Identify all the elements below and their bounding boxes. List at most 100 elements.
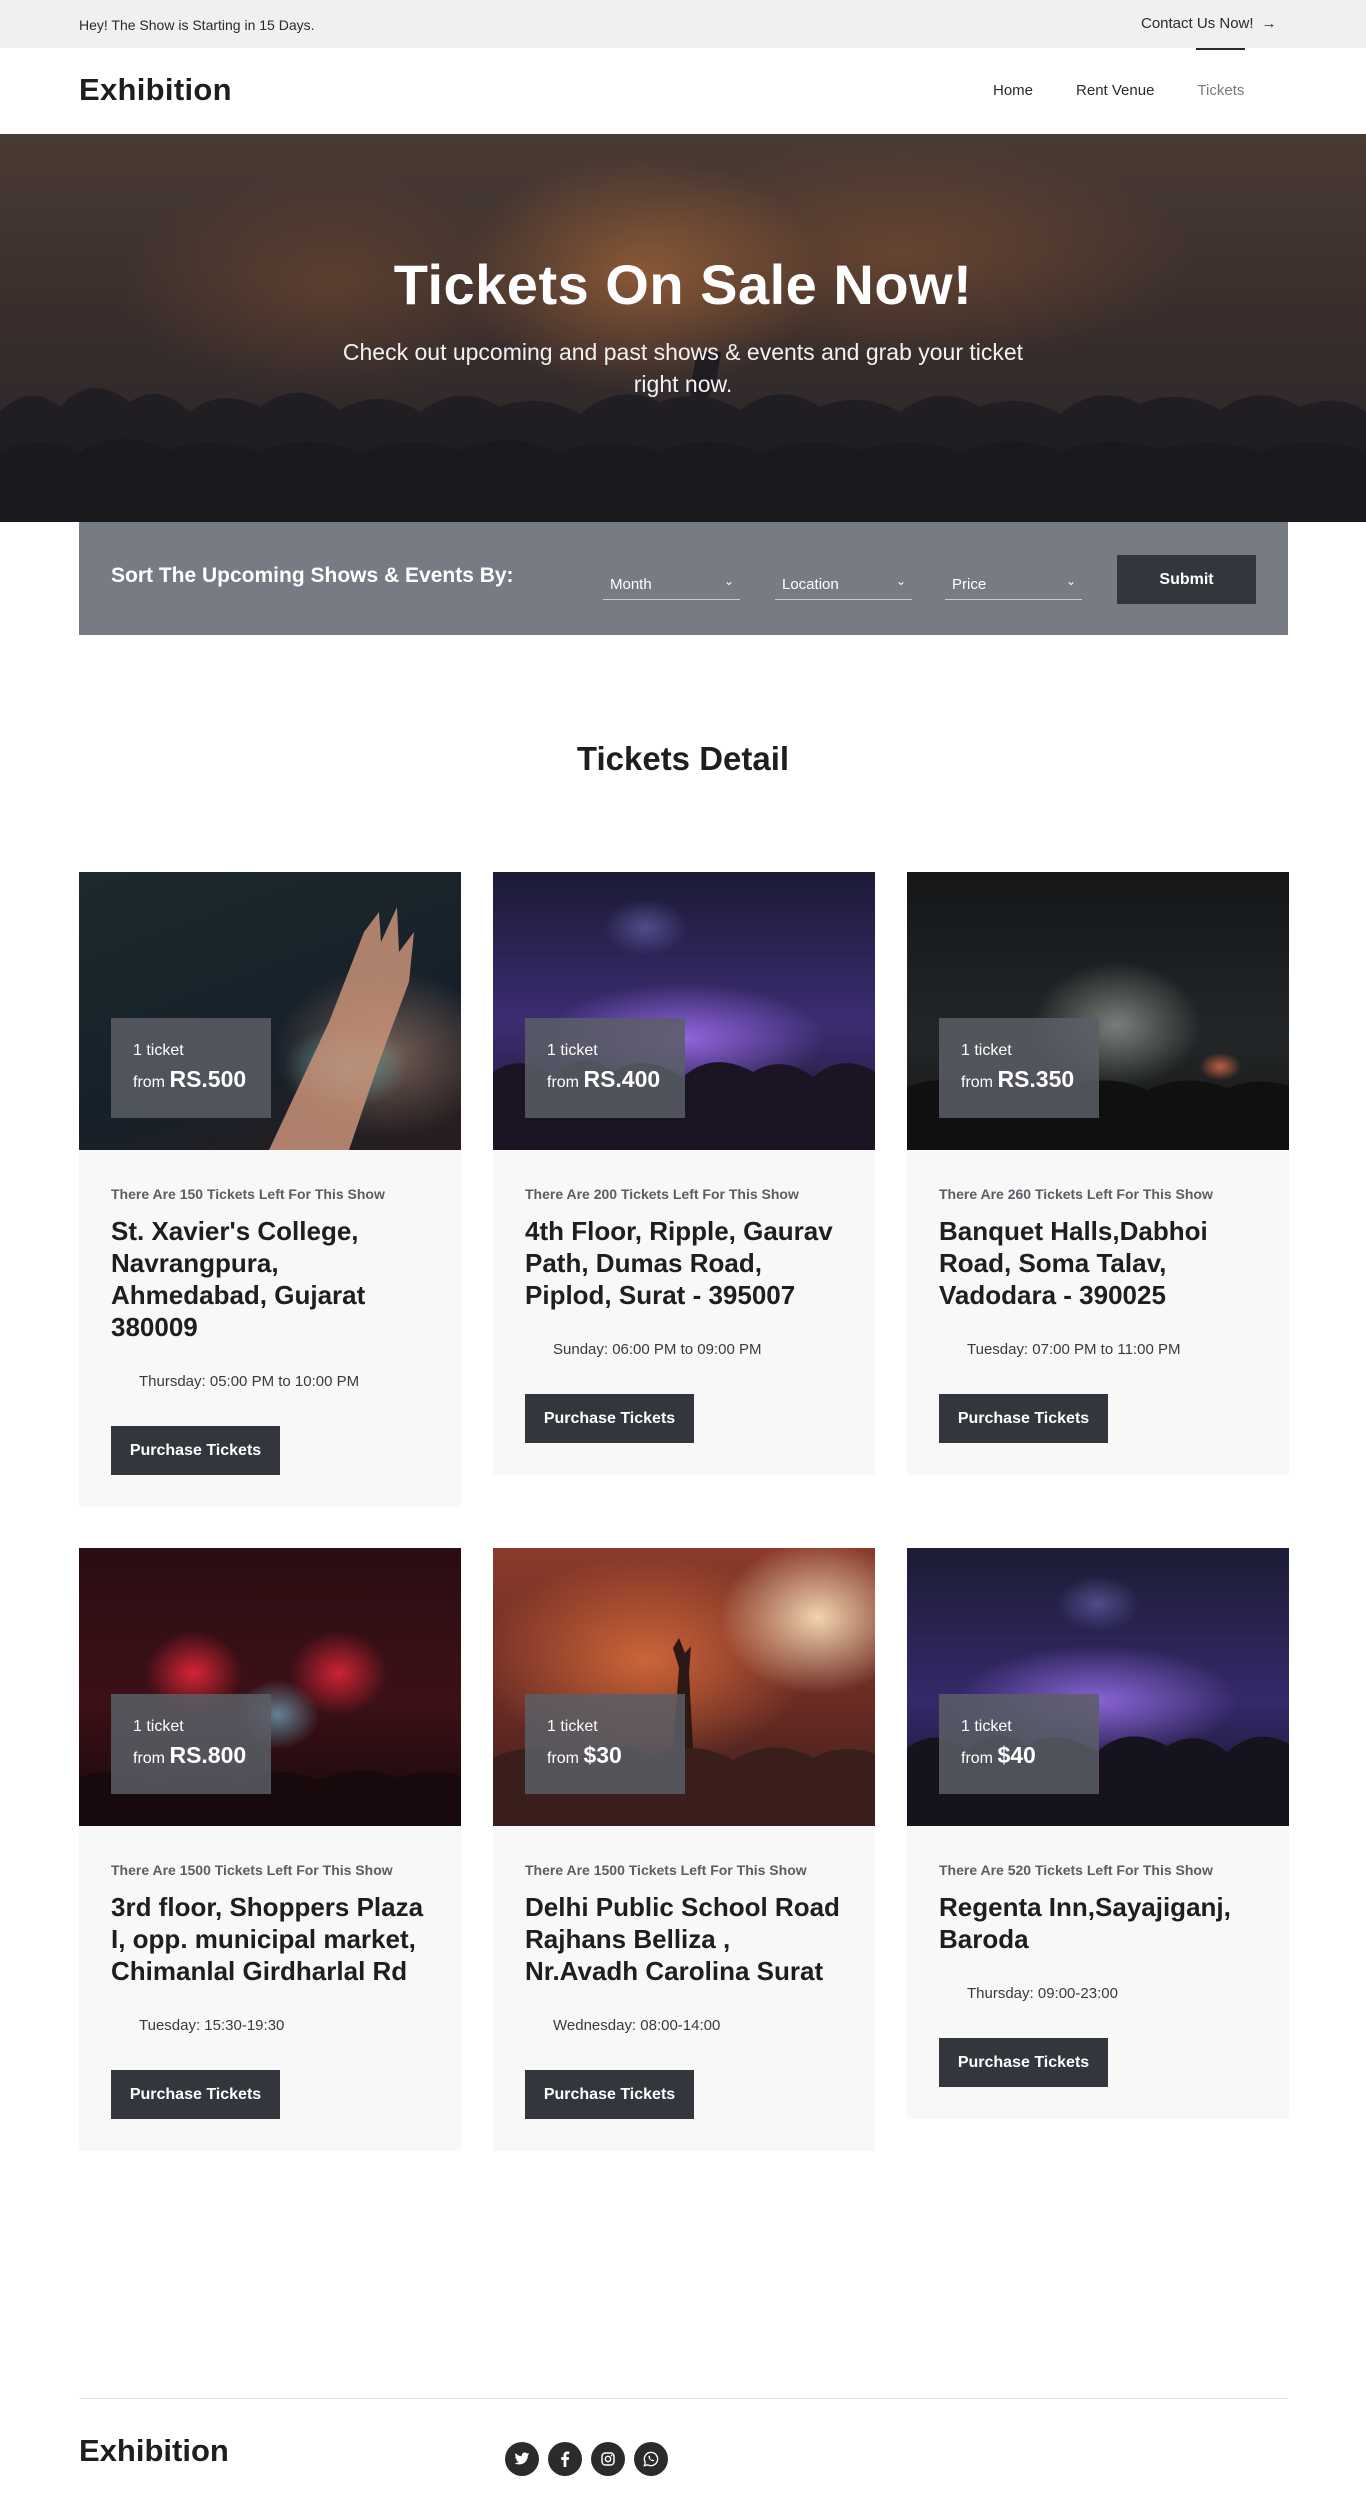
- price-amount: RS.400: [583, 1066, 661, 1092]
- price-badge: 1 ticket from $30: [525, 1694, 685, 1794]
- tickets-left: There Are 520 Tickets Left For This Show: [939, 1862, 1213, 1878]
- price-badge: 1 ticket from RS.400: [525, 1018, 685, 1118]
- price-from: from: [547, 1750, 579, 1767]
- ticket-quantity: 1 ticket: [547, 1042, 598, 1059]
- tickets-left: There Are 1500 Tickets Left For This Sho…: [111, 1862, 393, 1878]
- contact-us-link[interactable]: Contact Us Now! →: [1141, 15, 1277, 32]
- tickets-left: There Are 1500 Tickets Left For This Sho…: [525, 1862, 807, 1878]
- price-badge: 1 ticket from $40: [939, 1694, 1099, 1794]
- ticket-quantity: 1 ticket: [961, 1042, 1012, 1059]
- announcement-bar: Hey! The Show is Starting in 15 Days. Co…: [0, 0, 1366, 48]
- card-body: There Are 520 Tickets Left For This Show…: [907, 1826, 1289, 2119]
- ticket-card: 1 ticket from $40 There Are 520 Tickets …: [907, 1548, 1289, 2119]
- chevron-down-icon: ⌄: [895, 574, 906, 588]
- concert-image: 1 ticket from RS.500: [79, 872, 461, 1150]
- twitter-icon[interactable]: [505, 2442, 539, 2476]
- sort-filter-bar: Sort The Upcoming Shows & Events By: Mon…: [79, 522, 1288, 635]
- footer-logo[interactable]: Exhibition: [79, 2433, 229, 2469]
- submit-button[interactable]: Submit: [1117, 555, 1256, 604]
- ticket-quantity: 1 ticket: [961, 1718, 1012, 1735]
- show-time: Thursday: 05:00 PM to 10:00 PM: [139, 1373, 360, 1390]
- site-header: Exhibition Home Rent Venue Tickets: [0, 48, 1366, 134]
- price-select-value: Price: [952, 576, 987, 593]
- price-badge: 1 ticket from RS.350: [939, 1018, 1099, 1118]
- site-logo[interactable]: Exhibition: [79, 72, 232, 108]
- price-from: from: [961, 1074, 993, 1091]
- month-select[interactable]: Month ⌄: [603, 570, 740, 600]
- venue-address: Delhi Public School Road Rajhans Belliza…: [525, 1892, 840, 1986]
- section-title: Tickets Detail: [576, 740, 790, 777]
- venue-address: 3rd floor, Shoppers Plaza I, opp. munici…: [111, 1892, 424, 1986]
- venue-address: Regenta Inn,Sayajiganj, Baroda: [939, 1892, 1231, 1954]
- concert-image: 1 ticket from RS.350: [907, 872, 1289, 1150]
- concert-image: 1 ticket from RS.400: [493, 872, 875, 1150]
- venue-address: 4th Floor, Ripple, Gaurav Path, Dumas Ro…: [525, 1216, 833, 1310]
- month-select-value: Month: [610, 576, 652, 593]
- nav-tickets[interactable]: Tickets: [1196, 48, 1246, 99]
- ticket-card: 1 ticket from $30 There Are 1500 Tickets…: [493, 1548, 875, 2151]
- purchase-tickets-button[interactable]: Purchase Tickets: [525, 1394, 694, 1443]
- show-time: Sunday: 06:00 PM to 09:00 PM: [553, 1341, 762, 1358]
- purchase-tickets-button[interactable]: Purchase Tickets: [939, 1394, 1108, 1443]
- chevron-down-icon: ⌄: [1065, 574, 1076, 588]
- show-time: Tuesday: 15:30-19:30: [139, 2017, 285, 2034]
- facebook-icon[interactable]: [548, 2442, 582, 2476]
- price-from: from: [133, 1074, 165, 1091]
- location-select[interactable]: Location ⌄: [775, 570, 912, 600]
- instagram-icon[interactable]: [591, 2442, 625, 2476]
- tickets-left: There Are 200 Tickets Left For This Show: [525, 1186, 799, 1202]
- purchase-tickets-button[interactable]: Purchase Tickets: [525, 2070, 694, 2119]
- price-amount: RS.500: [169, 1066, 247, 1092]
- price-amount: $30: [583, 1742, 622, 1768]
- nav-rent-venue[interactable]: Rent Venue: [1076, 82, 1154, 99]
- main-nav: Home Rent Venue Tickets: [993, 48, 1246, 99]
- card-body: There Are 150 Tickets Left For This Show…: [79, 1150, 461, 1507]
- ticket-card: 1 ticket from RS.350 There Are 260 Ticke…: [907, 872, 1289, 1475]
- hero-title: Tickets On Sale Now!: [393, 253, 973, 316]
- price-amount: RS.350: [997, 1066, 1075, 1092]
- sort-label: Sort The Upcoming Shows & Events By:: [111, 564, 514, 587]
- price-amount: RS.800: [169, 1742, 247, 1768]
- card-body: There Are 1500 Tickets Left For This Sho…: [493, 1826, 875, 2151]
- footer-divider: [79, 2398, 1288, 2399]
- whatsapp-icon[interactable]: [634, 2442, 668, 2476]
- price-amount: $40: [997, 1742, 1036, 1768]
- nav-home[interactable]: Home: [993, 82, 1033, 99]
- social-links: [505, 2442, 668, 2476]
- location-select-value: Location: [782, 576, 839, 593]
- tickets-left: There Are 260 Tickets Left For This Show: [939, 1186, 1213, 1202]
- concert-image: 1 ticket from $40: [907, 1548, 1289, 1826]
- ticket-quantity: 1 ticket: [133, 1042, 184, 1059]
- concert-image: 1 ticket from $30: [493, 1548, 875, 1826]
- announcement-text: Hey! The Show is Starting in 15 Days.: [79, 17, 315, 33]
- show-time: Thursday: 09:00-23:00: [967, 1985, 1118, 2002]
- chevron-down-icon: ⌄: [723, 574, 734, 588]
- ticket-card: 1 ticket from RS.800 There Are 1500 Tick…: [79, 1548, 461, 2151]
- show-time: Tuesday: 07:00 PM to 11:00 PM: [967, 1341, 1181, 1358]
- venue-address: St. Xavier's College, Navrangpura, Ahmed…: [111, 1216, 366, 1342]
- purchase-tickets-button[interactable]: Purchase Tickets: [111, 1426, 280, 1475]
- price-badge: 1 ticket from RS.800: [111, 1694, 271, 1794]
- venue-address: Banquet Halls,Dabhoi Road, Soma Talav, V…: [939, 1216, 1208, 1310]
- price-from: from: [133, 1750, 165, 1767]
- contact-us-label: Contact Us Now!: [1141, 15, 1254, 32]
- ticket-card: 1 ticket from RS.500 There Are 150 Ticke…: [79, 872, 461, 1507]
- ticket-quantity: 1 ticket: [547, 1718, 598, 1735]
- price-from: from: [961, 1750, 993, 1767]
- purchase-tickets-button[interactable]: Purchase Tickets: [111, 2070, 280, 2119]
- arrow-right-icon: →: [1261, 15, 1277, 32]
- tickets-left: There Are 150 Tickets Left For This Show: [111, 1186, 385, 1202]
- ticket-quantity: 1 ticket: [133, 1718, 184, 1735]
- card-body: There Are 1500 Tickets Left For This Sho…: [79, 1826, 461, 2151]
- ticket-card: 1 ticket from RS.400 There Are 200 Ticke…: [493, 872, 875, 1475]
- price-select[interactable]: Price ⌄: [945, 570, 1082, 600]
- card-body: There Are 260 Tickets Left For This Show…: [907, 1150, 1289, 1475]
- purchase-tickets-button[interactable]: Purchase Tickets: [939, 2038, 1108, 2087]
- price-badge: 1 ticket from RS.500: [111, 1018, 271, 1118]
- hero-subtitle: Check out upcoming and past shows & even…: [342, 339, 1024, 397]
- concert-image: 1 ticket from RS.800: [79, 1548, 461, 1826]
- hero-banner: Tickets On Sale Now! Check out upcoming …: [0, 134, 1366, 522]
- card-body: There Are 200 Tickets Left For This Show…: [493, 1150, 875, 1475]
- price-from: from: [547, 1074, 579, 1091]
- show-time: Wednesday: 08:00-14:00: [553, 2017, 721, 2034]
